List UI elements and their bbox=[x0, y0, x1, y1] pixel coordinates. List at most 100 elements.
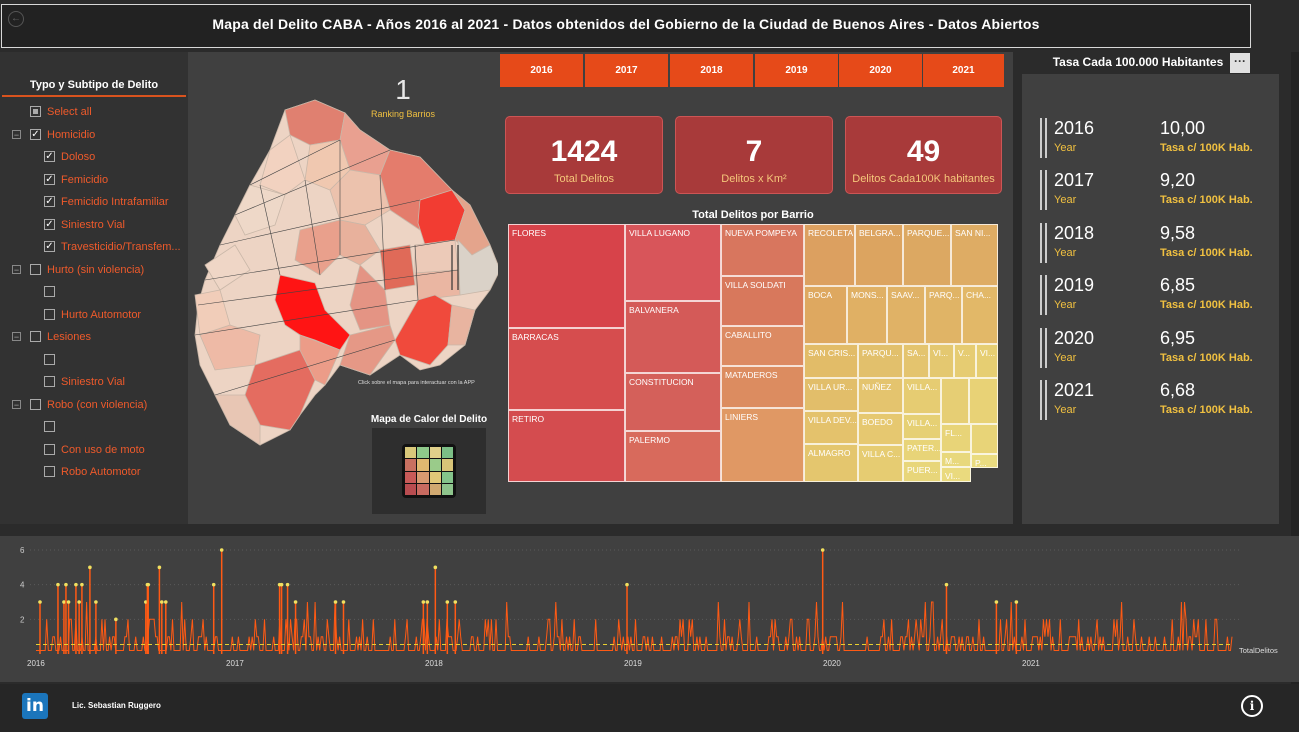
checkbox[interactable] bbox=[44, 353, 55, 365]
treemap-cell[interactable]: CABALLITO bbox=[721, 326, 804, 366]
treemap-cell[interactable]: PALERMO bbox=[625, 431, 721, 482]
filter-item[interactable] bbox=[0, 419, 188, 435]
checkbox[interactable]: ✓ bbox=[44, 196, 55, 207]
peak-marker[interactable] bbox=[159, 600, 164, 604]
treemap-cell[interactable]: VILLA UR... bbox=[804, 378, 858, 411]
peak-marker[interactable] bbox=[341, 600, 346, 604]
barrio-balvanera[interactable] bbox=[379, 244, 416, 291]
treemap-cell[interactable]: VILLA SOLDATI bbox=[721, 276, 804, 326]
checkbox[interactable] bbox=[30, 331, 41, 342]
daily-crimes-chart[interactable]: 2 4 6 2016 2017 2018 2019 2020 2021 TotalDelitos bbox=[0, 536, 1299, 682]
year-button-2020[interactable]: 2020 bbox=[839, 54, 922, 87]
treemap-cell[interactable]: SA... bbox=[903, 344, 929, 378]
filter-item[interactable]: Siniestro Vial bbox=[0, 374, 188, 390]
peak-marker[interactable] bbox=[433, 565, 438, 570]
treemap-cell[interactable]: P... bbox=[971, 454, 998, 468]
linkedin-icon[interactable]: in bbox=[22, 693, 48, 719]
peak-marker[interactable] bbox=[425, 600, 430, 604]
peak-marker[interactable] bbox=[285, 582, 290, 587]
peak-marker[interactable] bbox=[333, 600, 338, 604]
treemap-cell[interactable]: MONS... bbox=[847, 286, 887, 344]
filter-item[interactable]: − Lesiones bbox=[0, 329, 188, 345]
checkbox[interactable] bbox=[44, 286, 55, 297]
peak-marker[interactable] bbox=[293, 600, 298, 604]
treemap-cell[interactable]: SAAV... bbox=[887, 286, 925, 344]
peak-marker[interactable] bbox=[157, 565, 162, 570]
checkbox[interactable] bbox=[44, 443, 55, 455]
filter-item[interactable]: − ✓ Homicidio bbox=[0, 127, 188, 143]
filter-item[interactable]: Hurto Automotor bbox=[0, 307, 188, 323]
more-options-icon[interactable]: ··· bbox=[1230, 53, 1250, 73]
filter-item[interactable]: Robo Automotor bbox=[0, 464, 188, 480]
treemap-cell[interactable]: BELGRA... bbox=[855, 224, 903, 286]
checkbox[interactable] bbox=[30, 398, 41, 410]
peak-marker[interactable] bbox=[453, 600, 458, 604]
filter-item[interactable]: Con uso de moto bbox=[0, 442, 188, 458]
peak-marker[interactable] bbox=[114, 617, 118, 622]
peak-marker[interactable] bbox=[56, 582, 60, 587]
treemap-cell[interactable]: PARQ... bbox=[925, 286, 962, 344]
treemap-cell[interactable] bbox=[971, 424, 998, 454]
peak-marker[interactable] bbox=[445, 600, 450, 604]
treemap-cell[interactable]: VILLA... bbox=[903, 414, 941, 439]
treemap-cell[interactable]: RECOLETA bbox=[804, 224, 855, 286]
filter-item[interactable]: ✓ Femicidio Intrafamiliar bbox=[0, 194, 188, 210]
treemap-cell[interactable]: NUEVA POMPEYA bbox=[721, 224, 804, 276]
peak-marker[interactable] bbox=[77, 600, 81, 604]
checkbox[interactable] bbox=[44, 308, 55, 320]
peak-marker[interactable] bbox=[211, 582, 216, 587]
peak-marker[interactable] bbox=[88, 565, 92, 570]
year-button-2021[interactable]: 2021 bbox=[923, 54, 1004, 87]
collapse-icon[interactable]: − bbox=[12, 399, 21, 409]
treemap-cell[interactable]: M... bbox=[941, 452, 971, 467]
treemap-cell[interactable]: VILLA... bbox=[903, 378, 941, 414]
collapse-icon[interactable]: − bbox=[12, 332, 21, 342]
checkbox[interactable] bbox=[44, 421, 55, 432]
treemap-cell[interactable]: VILLA C... bbox=[858, 445, 903, 482]
treemap-cell[interactable]: ALMAGRO bbox=[804, 444, 858, 482]
collapse-icon[interactable]: − bbox=[12, 264, 21, 274]
checkbox[interactable] bbox=[30, 106, 41, 117]
checkbox[interactable] bbox=[44, 376, 55, 387]
peak-marker[interactable] bbox=[994, 600, 999, 604]
treemap-cell[interactable]: NUÑEZ bbox=[858, 378, 903, 413]
treemap-cell[interactable]: SAN NI... bbox=[951, 224, 998, 286]
filter-item[interactable]: − Hurto (sin violencia) bbox=[0, 262, 188, 278]
filter-item[interactable] bbox=[0, 284, 188, 300]
treemap-cell[interactable]: V... bbox=[954, 344, 976, 378]
peak-marker[interactable] bbox=[219, 548, 224, 552]
peak-marker[interactable] bbox=[66, 600, 71, 604]
treemap-cell[interactable]: BALVANERA bbox=[625, 301, 721, 373]
treemap-cell[interactable]: PARQUE... bbox=[903, 224, 951, 286]
treemap-cell[interactable]: VILLA DEV... bbox=[804, 411, 858, 444]
checkbox[interactable] bbox=[44, 466, 55, 477]
treemap-cell[interactable]: PUER... bbox=[903, 461, 941, 482]
peak-marker[interactable] bbox=[38, 600, 42, 604]
peak-marker[interactable] bbox=[1014, 600, 1019, 604]
peak-marker[interactable] bbox=[421, 600, 426, 604]
collapse-icon[interactable]: − bbox=[12, 129, 21, 139]
filter-item[interactable]: − Robo (con violencia) bbox=[0, 397, 188, 413]
filter-item[interactable]: ✓ Travesticidio/Transfem... bbox=[0, 239, 188, 255]
filter-item[interactable]: ✓ Siniestro Vial bbox=[0, 217, 188, 233]
checkbox[interactable]: ✓ bbox=[44, 151, 55, 162]
filter-item[interactable]: Select all bbox=[0, 104, 188, 120]
peak-marker[interactable] bbox=[80, 582, 84, 587]
filter-item[interactable]: ✓ Femicidio bbox=[0, 172, 188, 188]
barrio-montserrat[interactable] bbox=[414, 269, 461, 301]
peak-marker[interactable] bbox=[146, 582, 151, 587]
treemap-cell[interactable]: BOCA bbox=[804, 286, 847, 344]
treemap-cell[interactable] bbox=[969, 378, 998, 424]
year-button-2017[interactable]: 2017 bbox=[585, 54, 668, 87]
treemap-cell[interactable]: CONSTITUCION bbox=[625, 373, 721, 431]
treemap-cell[interactable]: CHA... bbox=[962, 286, 998, 344]
peak-marker[interactable] bbox=[74, 582, 78, 587]
filter-item[interactable]: ✓ Doloso bbox=[0, 149, 188, 165]
info-icon[interactable]: i bbox=[1241, 695, 1263, 717]
checkbox[interactable] bbox=[30, 263, 41, 275]
treemap-cell[interactable]: SAN CRIS... bbox=[804, 344, 858, 378]
caba-map[interactable] bbox=[190, 95, 510, 455]
treemap-cell[interactable]: BARRACAS bbox=[508, 328, 625, 410]
peak-marker[interactable] bbox=[94, 600, 98, 604]
treemap-cell[interactable]: VILLA LUGANO bbox=[625, 224, 721, 301]
